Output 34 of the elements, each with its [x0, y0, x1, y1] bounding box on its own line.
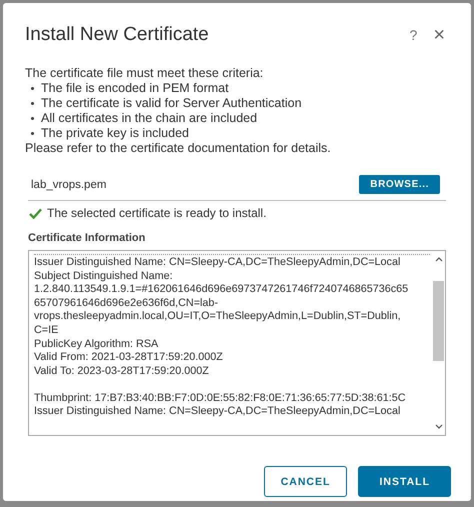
- criteria-intro: The certificate file must meet these criteria:: [25, 66, 264, 81]
- text-line: Issuer Distinguished Name: CN=Sleepy-CA,DC=TheSleepyAdmin,DC=Local: [34, 405, 402, 420]
- help-button[interactable]: ?: [406, 27, 422, 43]
- bullet-icon: [31, 87, 34, 90]
- browse-button[interactable]: BROWSE...: [359, 175, 440, 194]
- criteria-item: The file is encoded in PEM format: [41, 81, 229, 96]
- bullet-icon: [31, 132, 34, 135]
- status-message: The selected certificate is ready to install.: [47, 206, 266, 220]
- certificate-text-area[interactable]: [28, 250, 446, 436]
- criteria-item: The private key is included: [41, 126, 189, 141]
- text-line: 65707961646d696e2e636f6d,CN=lab-: [34, 296, 220, 310]
- checkmark-icon: [29, 208, 42, 218]
- text-line: Thumbprint: 17:B7:B3:40:BB:F7:0D:0E:55:82:F8:0E:71:36:65:77:5D:38:61:5C: [34, 392, 407, 406]
- scroll-up-icon[interactable]: [434, 256, 442, 262]
- criteria-item: The certificate is valid for Server Authentication: [41, 96, 302, 111]
- text-line: C=IE: [34, 324, 60, 338]
- scrollbar-thumb[interactable]: [433, 281, 444, 361]
- criteria-note: Please refer to the certificate documentation for details.: [25, 141, 332, 156]
- text-line: Issuer Distinguished Name: CN=Sleepy-CA,DC=TheSleepyAdmin,DC=Local: [34, 256, 402, 270]
- bullet-icon: [31, 117, 34, 120]
- criteria-item: All certificates in the chain are included: [41, 111, 258, 126]
- section-label: Certificate Information: [28, 232, 146, 244]
- dialog-title: Install New Certificate: [25, 24, 210, 46]
- text-line: 1.2.840.113549.1.9.1=#162061646d696e6973747261746f7240746865736c65: [34, 283, 410, 297]
- text-line: Subject Distinguished Name:: [34, 270, 174, 284]
- cancel-button[interactable]: CANCEL: [264, 466, 348, 497]
- text-line: Valid From: 2021-03-28T17:59:20.000Z: [34, 351, 224, 365]
- bullet-icon: [31, 102, 34, 105]
- text-line: vrops.thesleepyadmin.local,OU=IT,O=TheSleepyAdmin,L=Dublin,ST=Dublin,: [34, 310, 402, 324]
- close-button[interactable]: ×: [429, 24, 449, 46]
- install-button[interactable]: INSTALL: [358, 466, 451, 497]
- scroll-down-icon[interactable]: [434, 424, 442, 430]
- text-line: Valid To: 2023-03-28T17:59:20.000Z: [34, 364, 210, 378]
- text-line: PublicKey Algorithm: RSA: [34, 338, 160, 352]
